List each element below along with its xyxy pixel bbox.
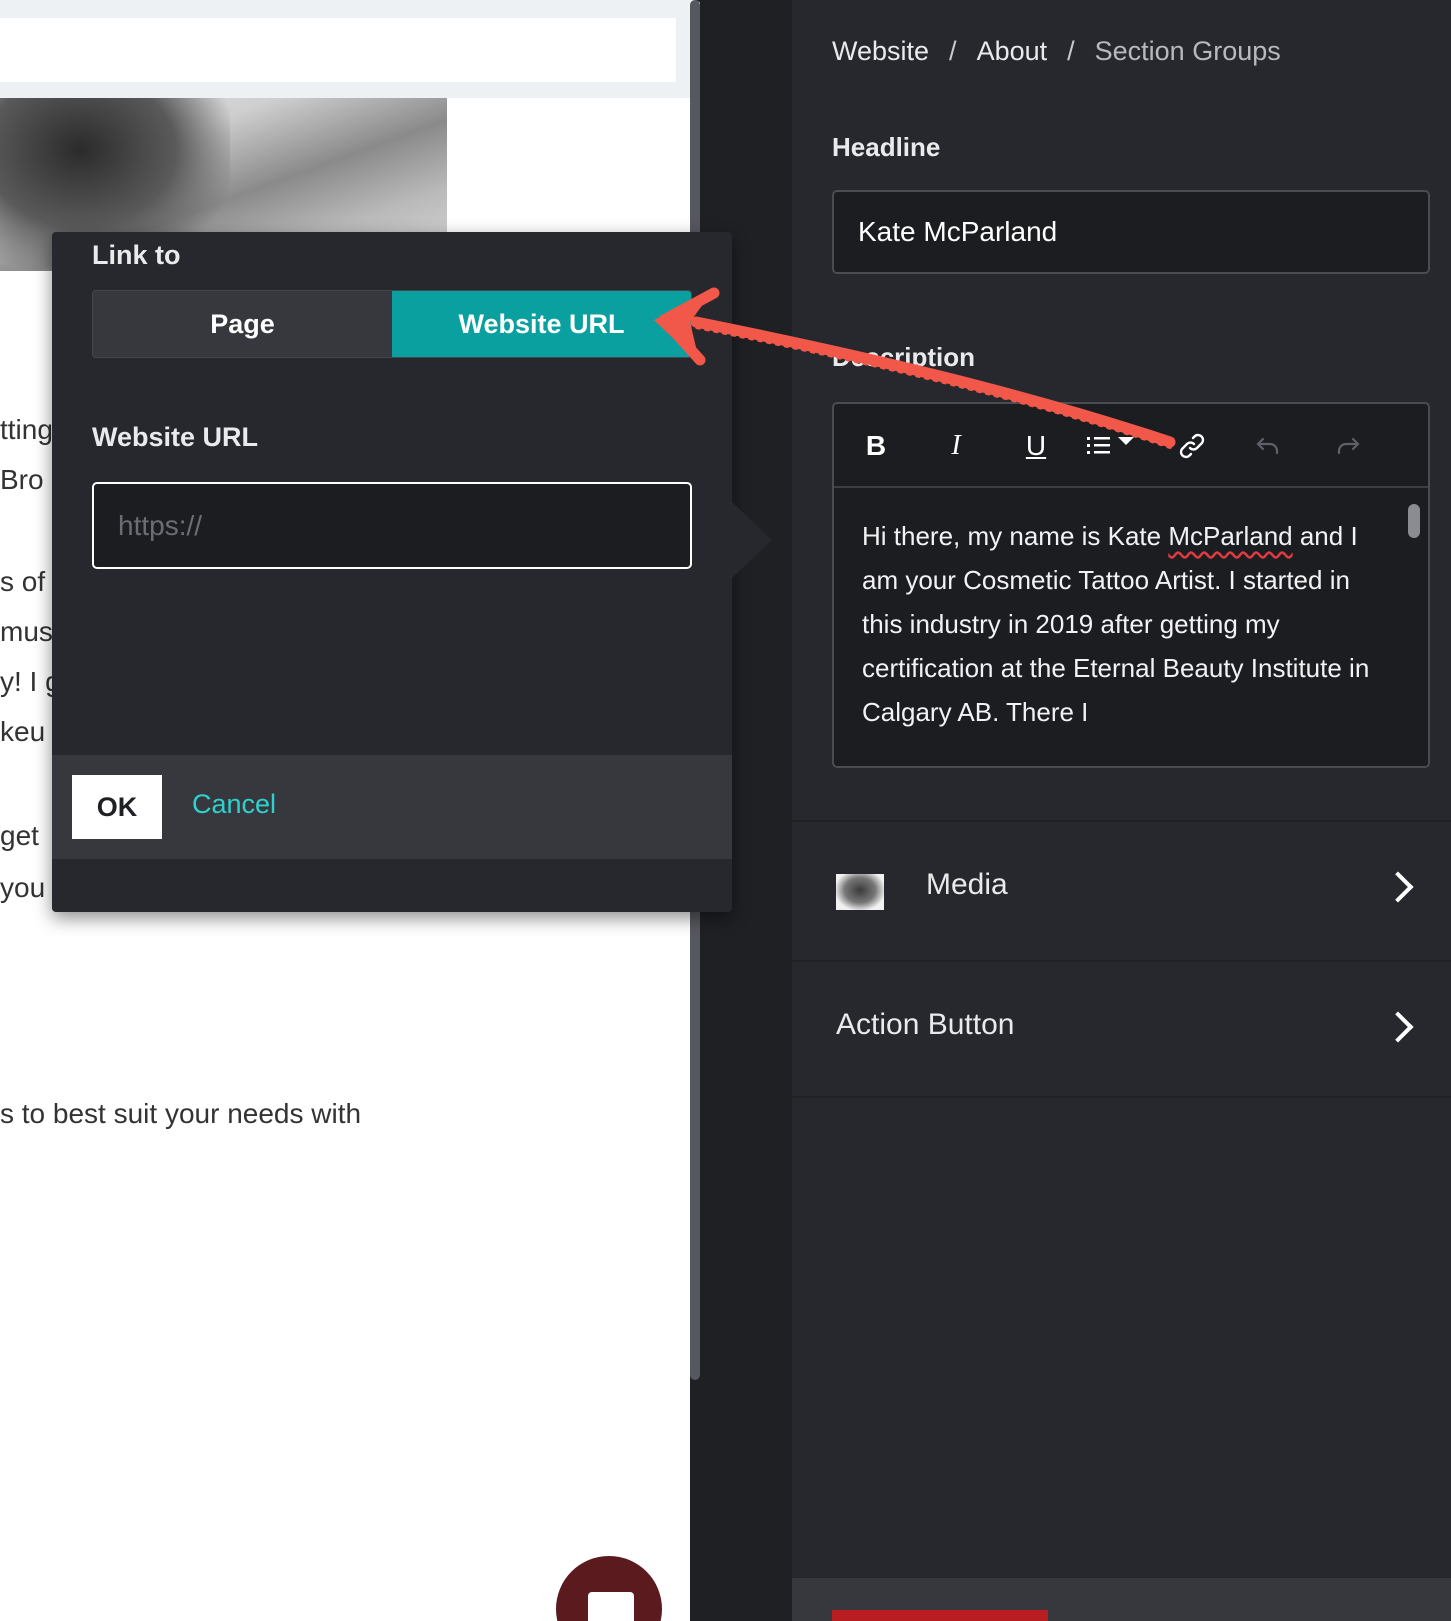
- description-label: Description: [832, 342, 976, 372]
- breadcrumb-section-groups: Section Groups: [1094, 36, 1281, 66]
- preview-text-fragment: get: [0, 820, 39, 851]
- action-button-label: Action Button: [836, 1008, 1015, 1041]
- headline-label: Headline: [832, 132, 941, 162]
- preview-text-fragment: you: [0, 872, 46, 903]
- editor-scrollbar[interactable]: [1408, 504, 1420, 538]
- misspelled-word: McParland: [1168, 521, 1293, 551]
- tab-website-url[interactable]: Website URL: [392, 291, 691, 357]
- divider: [792, 1096, 1451, 1098]
- breadcrumb: Website / About / Section Groups: [832, 36, 1281, 67]
- preview-text-fragment: Bro: [0, 464, 44, 495]
- undo-icon: [1256, 437, 1279, 455]
- preview-text-fragment: tting: [0, 414, 53, 445]
- redo-button[interactable]: [1326, 424, 1370, 468]
- cancel-button[interactable]: Cancel: [192, 789, 276, 820]
- breadcrumb-separator: /: [949, 36, 957, 66]
- breadcrumb-separator: /: [1067, 36, 1075, 66]
- preview-top-field[interactable]: [0, 18, 676, 82]
- redo-icon: [1337, 437, 1360, 455]
- link-dialog: Link to Page Website URL Website URL OK …: [52, 232, 732, 912]
- headline-input[interactable]: [832, 190, 1430, 274]
- preview-text-fragment: mus: [0, 616, 53, 647]
- chevron-right-icon: [1382, 1011, 1414, 1043]
- bold-button[interactable]: B: [854, 424, 898, 468]
- italic-button[interactable]: I: [934, 424, 978, 468]
- media-thumbnail: [836, 874, 884, 910]
- link-type-toggle: Page Website URL: [92, 290, 692, 358]
- link-dialog-pointer: [732, 502, 772, 578]
- list-icon: [1087, 437, 1134, 454]
- underline-button[interactable]: U: [1014, 424, 1058, 468]
- preview-text-fragment: keu: [0, 716, 46, 747]
- preview-text-fragment: s of: [0, 566, 46, 597]
- action-button-row[interactable]: Action Button: [792, 960, 1451, 1098]
- description-text-end: and I am your Cosmetic Tattoo Artist. I …: [862, 521, 1370, 727]
- chat-button[interactable]: [556, 1556, 662, 1621]
- description-text[interactable]: Hi there, my name is Kate McParland and …: [862, 514, 1382, 734]
- preview-text-fragment: s to best suit your needs with: [0, 1098, 362, 1129]
- preview-topbar: [0, 0, 702, 98]
- link-dialog-title: Link to: [92, 240, 181, 270]
- settings-panel: Website / About / Section Groups Headlin…: [792, 0, 1451, 1621]
- breadcrumb-about[interactable]: About: [977, 36, 1048, 67]
- editor-toolbar: B I U: [834, 404, 1428, 488]
- chat-icon: [588, 1592, 634, 1621]
- ok-button[interactable]: OK: [72, 775, 162, 839]
- media-row[interactable]: Media: [792, 820, 1451, 958]
- link-icon: [1179, 433, 1205, 459]
- tab-page[interactable]: Page: [93, 291, 392, 357]
- breadcrumb-website[interactable]: Website: [832, 36, 929, 67]
- description-editor: B I U Hi there, my name is Kate McParlan…: [832, 402, 1430, 768]
- link-button[interactable]: [1170, 424, 1214, 468]
- list-dropdown-button[interactable]: [1080, 424, 1150, 468]
- chevron-right-icon: [1382, 871, 1414, 903]
- undo-button[interactable]: [1246, 424, 1290, 468]
- panel-footer: [792, 1578, 1451, 1621]
- publish-button[interactable]: [832, 1610, 1048, 1621]
- description-text-start: Hi there, my name is Kate: [862, 521, 1169, 551]
- website-url-label: Website URL: [92, 422, 259, 452]
- website-url-input[interactable]: [92, 482, 692, 569]
- link-dialog-footer: OK Cancel: [52, 755, 732, 859]
- media-label: Media: [926, 868, 1008, 901]
